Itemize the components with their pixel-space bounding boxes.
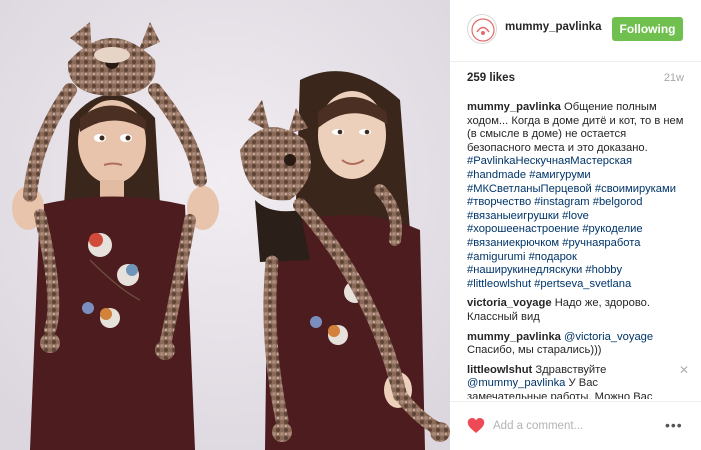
following-button[interactable]: Following: [612, 17, 683, 41]
post-sidebar: mummy_pavlinka Following 259 likes 21w m…: [450, 0, 701, 450]
photo-illustration: [0, 0, 450, 450]
comment-username[interactable]: mummy_pavlinka: [467, 331, 561, 343]
hashtag-link[interactable]: #instagram: [534, 196, 589, 208]
hashtag-link[interactable]: #love: [562, 210, 589, 222]
comment-text: Спасибо, мы старались))): [467, 344, 602, 357]
comment-username[interactable]: victoria_voyage: [467, 297, 552, 309]
caption-username[interactable]: mummy_pavlinka: [467, 101, 561, 113]
comment-item: littleowlshut Здравствуйте @mummy_pavlin…: [467, 363, 689, 399]
comments-list[interactable]: mummy_pavlinka Общение полным ходом... К…: [467, 101, 689, 399]
comment-mention[interactable]: @victoria_voyage: [564, 331, 653, 343]
hashtag-link[interactable]: #PavlinkaНескучнаяМастерская: [467, 155, 632, 167]
hashtag-link[interactable]: #МКСветланыПерцевой: [467, 183, 592, 195]
hashtag-link[interactable]: #подарок: [529, 251, 577, 263]
hashtag-link[interactable]: #handmade: [467, 169, 526, 181]
comment-item: mummy_pavlinka @victoria_voyage Спасибо,…: [467, 331, 689, 358]
caption: mummy_pavlinka Общение полным ходом... К…: [467, 101, 689, 291]
hashtag-link[interactable]: #вязаниекрючком: [467, 237, 559, 249]
heart-icon[interactable]: [467, 417, 485, 434]
hashtag-link[interactable]: #hobby: [585, 264, 622, 276]
hashtag-link[interactable]: #хорошеенастроение: [467, 223, 579, 235]
header-username[interactable]: mummy_pavlinka: [505, 21, 602, 33]
add-comment-input[interactable]: [493, 416, 643, 436]
hashtag-link[interactable]: #ручнаяработа: [562, 237, 640, 249]
comment-mention[interactable]: @mummy_pavlinka: [467, 377, 565, 389]
post-age[interactable]: 21w: [664, 72, 684, 84]
comment-item: victoria_voyage Надо же, здорово. Классн…: [467, 297, 689, 324]
hashtag-link[interactable]: #pertseva_svetlana: [534, 278, 631, 290]
post-photo[interactable]: [0, 0, 450, 450]
comment-username[interactable]: littleowlshut: [467, 364, 532, 376]
caption-hashtags: #PavlinkaНескучнаяМастерская #handmade #…: [467, 155, 676, 289]
close-icon[interactable]: ✕: [679, 363, 689, 378]
hashtag-link[interactable]: #вязаныеигрушки: [467, 210, 559, 222]
hashtag-link[interactable]: #amigurumi: [467, 251, 525, 263]
hashtag-link[interactable]: #амигуруми: [529, 169, 590, 181]
hashtag-link[interactable]: #наширукинедляскуки: [467, 264, 582, 276]
likes-count[interactable]: 259 likes: [467, 72, 515, 84]
hashtag-link[interactable]: #belgorod: [593, 196, 643, 208]
post-header: mummy_pavlinka Following: [450, 0, 701, 62]
more-options-icon[interactable]: •••: [665, 418, 683, 432]
post-footer: •••: [450, 401, 701, 450]
logo-avatar-icon[interactable]: [467, 14, 497, 44]
hashtag-link[interactable]: #рукоделие: [582, 223, 642, 235]
hashtag-link[interactable]: #своимируками: [595, 183, 676, 195]
post-stats: 259 likes 21w: [467, 72, 684, 90]
hashtag-link[interactable]: #littleowlshut: [467, 278, 531, 290]
hashtag-link[interactable]: #творчество: [467, 196, 531, 208]
comment-text: Здравствуйте: [535, 363, 607, 376]
